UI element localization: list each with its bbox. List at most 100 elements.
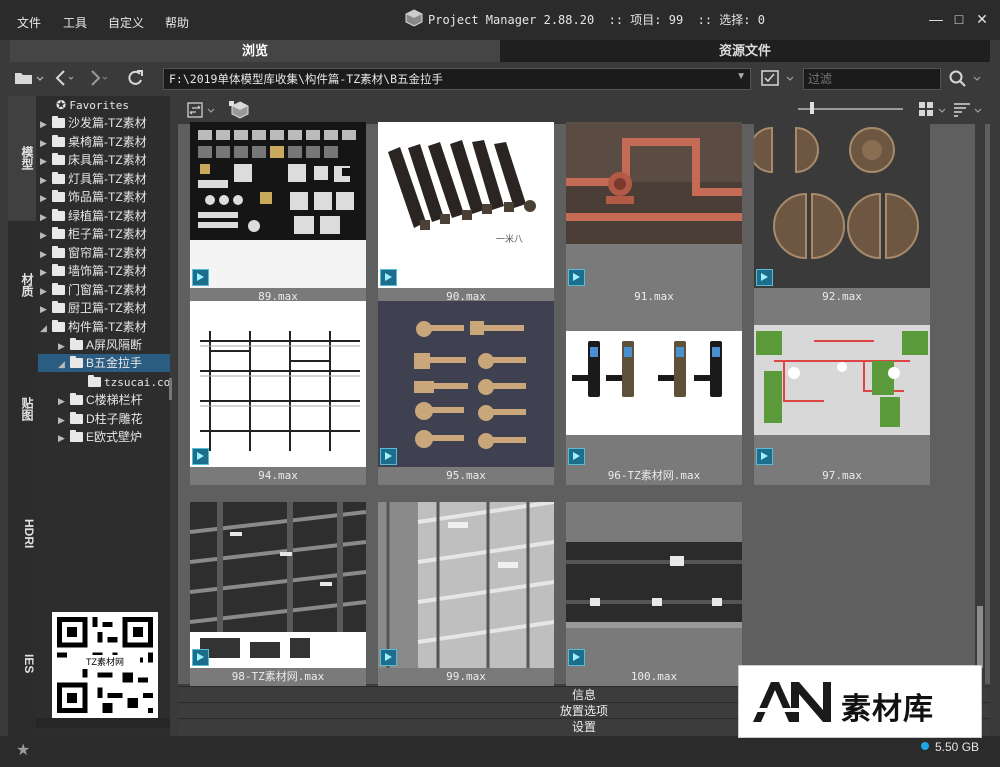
tree-item[interactable]: ▶ 窗帘篇-TZ素材	[40, 244, 147, 262]
folder-menu-icon[interactable]	[14, 69, 44, 87]
expand-arrow-icon[interactable]: ▶	[58, 429, 70, 447]
max-file-icon	[380, 448, 397, 465]
tree-item[interactable]: ▶ 厨卫篇-TZ素材	[40, 299, 147, 317]
tree-child[interactable]: ▶ C楼梯栏杆	[58, 391, 143, 409]
asset-card[interactable]: 91.max	[566, 122, 742, 306]
close-button[interactable]: ✕	[973, 10, 991, 28]
tab-resources[interactable]: 资源文件	[500, 40, 990, 62]
expand-arrow-icon[interactable]: ▶	[40, 263, 52, 281]
qr-label: TZ素材网	[70, 655, 140, 669]
tree-item[interactable]: ▶ 沙发篇-TZ素材	[40, 114, 147, 132]
tree-item-label: 床具篇-TZ素材	[68, 153, 147, 167]
tree-child-selected[interactable]: ◢ B五金拉手	[38, 354, 170, 372]
folder-icon	[52, 227, 65, 239]
import-model-icon[interactable]	[228, 100, 252, 120]
vtab-ies[interactable]: IES	[8, 654, 36, 673]
vtab-materials[interactable]: 材质	[8, 273, 36, 297]
folder-icon	[52, 190, 65, 202]
menu-tools[interactable]: 工具	[63, 14, 87, 31]
tree-item[interactable]: ▶ 柜子篇-TZ素材	[40, 225, 147, 243]
vtab-hdri[interactable]: HDRI	[8, 519, 36, 548]
expand-arrow-icon[interactable]: ▶	[40, 245, 52, 263]
max-file-icon	[192, 448, 209, 465]
tree-hscrollbar[interactable]	[36, 718, 170, 728]
tree-item[interactable]: ▶ 灯具篇-TZ素材	[40, 170, 147, 188]
sync-icon[interactable]	[186, 100, 216, 120]
collapse-arrow-icon[interactable]: ◢	[40, 319, 52, 337]
expand-arrow-icon[interactable]: ▶	[58, 411, 70, 429]
tree-favorites-label: Favorites	[69, 99, 130, 112]
filter-field[interactable]	[803, 68, 941, 90]
tab-browse[interactable]: 浏览	[10, 40, 500, 62]
tree-item-label: 墙饰篇-TZ素材	[68, 264, 147, 278]
expand-arrow-icon[interactable]: ▶	[40, 152, 52, 170]
max-file-icon	[568, 649, 585, 666]
filter-input[interactable]	[804, 69, 936, 89]
asset-card[interactable]: 100.max	[566, 502, 742, 686]
grid-scrollbar[interactable]	[975, 124, 985, 684]
menu-file[interactable]: 文件	[17, 14, 41, 31]
expand-arrow-icon[interactable]: ▶	[40, 115, 52, 133]
tree-child-label: A屏风隔断	[86, 338, 143, 352]
expand-arrow-icon[interactable]: ▶	[58, 392, 70, 410]
tree-child[interactable]: ▶ D柱子雕花	[58, 410, 143, 428]
tree-child[interactable]: ▶ A屏风隔断	[58, 336, 142, 354]
back-icon[interactable]	[52, 68, 76, 88]
filter-type-icon[interactable]	[760, 68, 798, 88]
collapse-arrow-icon[interactable]: ◢	[58, 355, 70, 373]
tree-grandchild[interactable]: tzsucai.co	[88, 373, 170, 391]
expand-arrow-icon[interactable]: ▶	[40, 134, 52, 152]
vtab-models[interactable]: 模型	[8, 146, 36, 170]
tree-scrollbar[interactable]	[169, 378, 172, 400]
thumbnail-97	[754, 301, 930, 467]
watermark-logo: 素材库	[738, 665, 982, 738]
search-icon[interactable]	[948, 69, 984, 87]
expand-arrow-icon[interactable]: ▶	[40, 208, 52, 226]
grid-view-icon[interactable]	[918, 101, 948, 119]
folder-icon	[70, 430, 83, 442]
folder-icon	[52, 135, 65, 147]
asset-card[interactable]: 96-TZ素材网.max	[566, 301, 742, 485]
asset-card[interactable]: 98-TZ素材网.max	[190, 502, 366, 686]
thumbnail-95	[378, 301, 554, 467]
star-icon[interactable]: ★	[16, 740, 30, 760]
tree-item[interactable]: ▶ 饰品篇-TZ素材	[40, 188, 147, 206]
grid-scrollbar-thumb[interactable]	[977, 606, 983, 668]
expand-arrow-icon[interactable]: ▶	[40, 189, 52, 207]
asset-card[interactable]: 95.max	[378, 301, 554, 485]
tree-item[interactable]: ▶ 墙饰篇-TZ素材	[40, 262, 147, 280]
minimize-button[interactable]: —	[927, 10, 945, 28]
tree-item-label: 窗帘篇-TZ素材	[68, 246, 147, 260]
path-field[interactable]: F:\2019单体模型库收集\构件篇-TZ素材\B五金拉手 ▼	[163, 68, 751, 90]
vtab-maps[interactable]: 贴图	[8, 397, 36, 421]
asset-name: 98-TZ素材网.max	[231, 670, 325, 683]
refresh-icon[interactable]	[125, 68, 145, 88]
tree-item[interactable]: ▶ 床具篇-TZ素材	[40, 151, 147, 169]
tree-item[interactable]: ▶ 绿植篇-TZ素材	[40, 207, 147, 225]
forward-icon[interactable]	[86, 68, 110, 88]
path-dropdown-icon[interactable]: ▼	[736, 71, 746, 82]
expand-arrow-icon[interactable]: ▶	[40, 171, 52, 189]
expand-arrow-icon[interactable]: ▶	[40, 282, 52, 300]
tree-child[interactable]: ▶ E欧式壁炉	[58, 428, 142, 446]
menu-custom[interactable]: 自定义	[108, 14, 144, 31]
tree-favorites[interactable]: ✪ Favorites	[56, 96, 129, 114]
asset-card[interactable]: 99.max	[378, 502, 554, 686]
expand-arrow-icon[interactable]: ▶	[40, 300, 52, 318]
sort-icon[interactable]	[953, 101, 983, 119]
tree-item[interactable]: ▶ 桌椅篇-TZ素材	[40, 133, 147, 151]
asset-card[interactable]: 94.max	[190, 301, 366, 485]
asset-card[interactable]: 一米八 90.max	[378, 122, 554, 306]
zoom-slider-knob[interactable]	[810, 102, 814, 114]
expand-arrow-icon[interactable]: ▶	[40, 226, 52, 244]
folder-icon	[52, 264, 65, 276]
asset-name: 99.max	[446, 670, 486, 683]
menu-help[interactable]: 帮助	[165, 14, 189, 31]
tree-item[interactable]: ▶ 门窗篇-TZ素材	[40, 281, 147, 299]
tree-item-expanded[interactable]: ◢ 构件篇-TZ素材	[40, 318, 147, 336]
asset-card[interactable]: 89.max	[190, 122, 366, 306]
maximize-button[interactable]: □	[950, 10, 968, 28]
asset-card[interactable]: 92.max	[754, 122, 930, 306]
expand-arrow-icon[interactable]: ▶	[58, 337, 70, 355]
asset-card[interactable]: 97.max	[754, 301, 930, 485]
